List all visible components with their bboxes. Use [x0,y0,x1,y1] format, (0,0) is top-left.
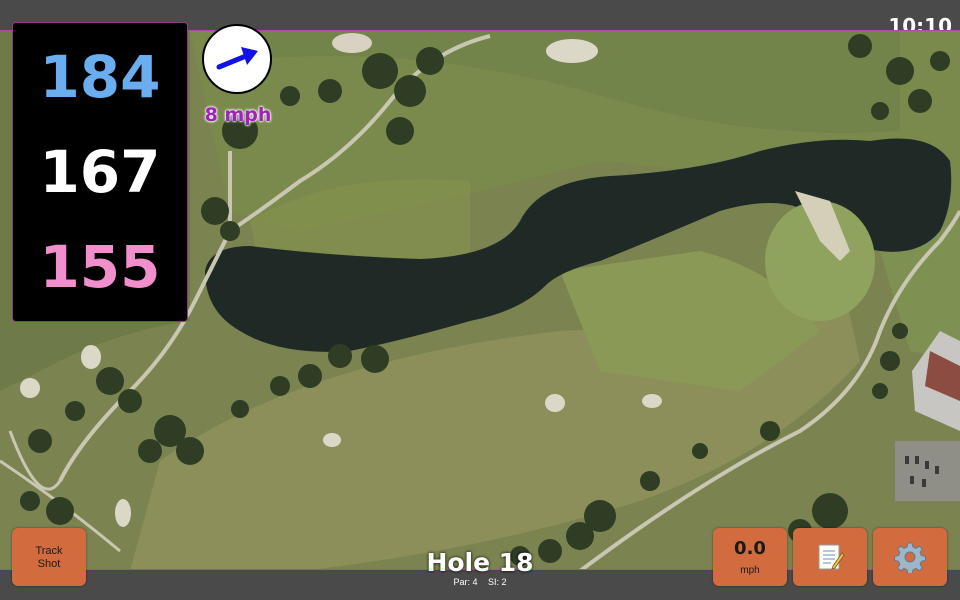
notes-button[interactable] [793,528,867,586]
hole-info: Par: 4 SI: 2 [380,577,580,587]
distance-panel: 184 167 155 [12,22,188,322]
wind-speed-value: 0.0 [734,538,766,559]
track-shot-label: Track Shot [35,545,63,570]
wind-speed-label: 8 mph [204,104,272,126]
hole-stroke-index: SI: 2 [488,577,507,587]
wind-speed-button[interactable]: 0.0 mph [713,528,787,586]
front-distance: 155 [39,233,161,301]
wind-speed-unit: mph [740,565,760,576]
gear-icon [894,542,926,573]
arrow-icon [216,47,258,70]
track-shot-button[interactable]: Track Shot [12,528,86,586]
settings-button[interactable] [873,528,947,586]
middle-distance: 167 [39,138,161,206]
hole-title: Hole 18 [426,548,534,577]
hole-par: Par: 4 [453,577,478,587]
wind-direction-dial [202,24,272,94]
notepad-icon [818,544,845,570]
back-distance: 184 [39,43,161,111]
